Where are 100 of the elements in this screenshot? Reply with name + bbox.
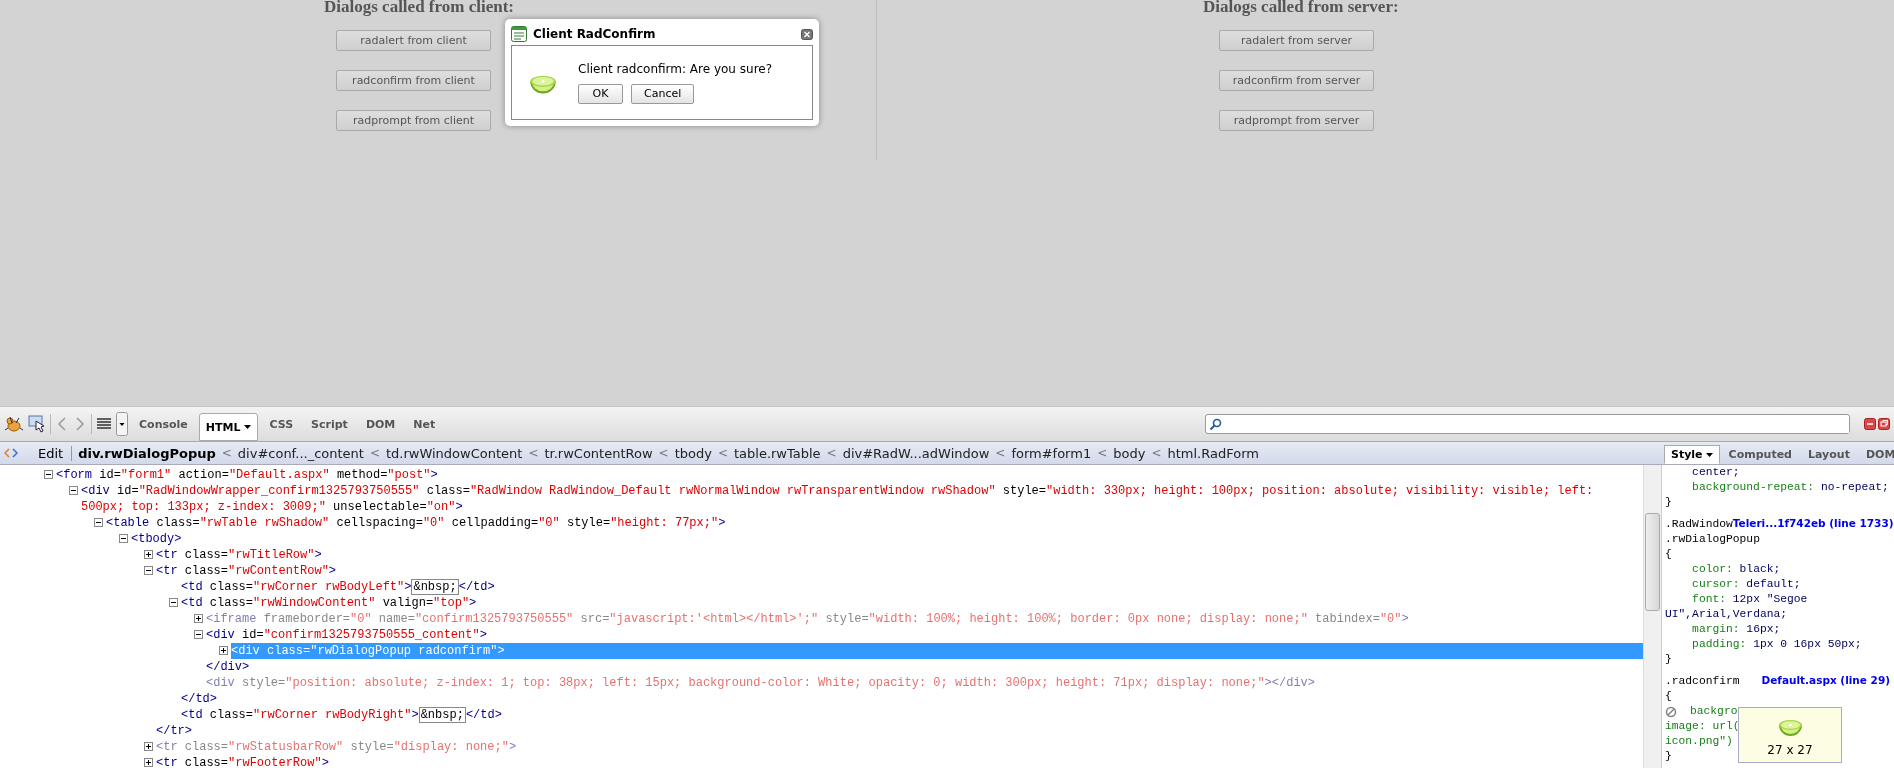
breadcrumb-separator: < — [995, 446, 1006, 460]
dialog-trigger-button[interactable]: radalert from server — [1219, 30, 1374, 51]
dialog-message: Client radconfirm: Are you sure? — [578, 61, 773, 76]
html-node[interactable]: <td class="rwCorner rwBodyLeft"> &nbsp; </td> — [181, 579, 1643, 595]
html-node[interactable]: <iframe frameborder="0" name="confirm1325793750555" src="javascript:'<html></html>';" style="width: 100%; height: 100%; border: 0px none; display: none;" tabindex="0"> — [206, 611, 1643, 627]
breadcrumb-item[interactable]: div#conf..._content — [237, 445, 364, 461]
dialog-trigger-button[interactable]: radprompt from server — [1219, 110, 1374, 131]
panel-tab[interactable]: Net — [406, 412, 443, 436]
closing-tag: </td> — [181, 691, 1643, 707]
list-icon[interactable] — [96, 417, 112, 431]
css-declaration: image: url( — [1665, 719, 1740, 734]
breadcrumb-separator: < — [1151, 446, 1162, 460]
css-selector: .radconfirm — [1665, 674, 1740, 689]
css-declaration: background-repeat: no-repeat; — [1691, 480, 1890, 495]
breadcrumb-item[interactable]: body — [1113, 445, 1146, 461]
html-node[interactable]: <table class="rwTable rwShadow" cellspacing="0" cellpadding="0" style="height: 77px;"> — [106, 515, 1643, 531]
side-panel-tab[interactable]: Layout — [1801, 445, 1857, 464]
dialog-trigger-button[interactable]: radconfirm from client — [336, 70, 491, 91]
brace: } — [1665, 652, 1672, 667]
collapse-icon[interactable] — [194, 630, 203, 639]
panel-tab[interactable]: CSS — [262, 412, 301, 436]
side-panel-tab[interactable]: Style — [1664, 445, 1720, 464]
dropdown-button-icon[interactable] — [116, 412, 128, 436]
html-node[interactable]: <tr class="rwStatusbarRow" style="display: none;"> — [156, 739, 1643, 755]
css-declaration: icon.png") — [1665, 734, 1733, 749]
breadcrumb-item[interactable]: tr.rwContentRow — [544, 445, 653, 461]
collapse-icon[interactable] — [144, 566, 153, 575]
css-declaration: center; — [1691, 465, 1741, 480]
html-node[interactable]: <div id="RadWindowWrapper_confirm1325793750555" class="RadWindow RadWindow_Default rwNormalWindow rwTransparentWindow rwShadow" style="width: 330px; height: 100px; position: absolute; visibility: visible; left: 500px; top: 133px; z-index: 3009;" unselectable="on"> — [81, 483, 1643, 515]
breadcrumb-item[interactable]: form#form1 — [1011, 445, 1092, 461]
panel-tab[interactable]: Script — [304, 412, 355, 436]
html-node[interactable]: <tr class="rwFooterRow"> — [156, 755, 1643, 768]
breadcrumb-separator: < — [369, 446, 380, 460]
image-size: 27 x 27 — [1767, 743, 1813, 757]
collapse-icon[interactable] — [119, 534, 128, 543]
css-declaration: font: 12px "Segoe UI",Arial,Verdana; — [1665, 592, 1809, 622]
html-node[interactable]: <td class="rwWindowContent" valign="top"> — [181, 595, 1643, 611]
collapse-icon[interactable] — [94, 518, 103, 527]
breadcrumb-item[interactable]: div.rwDialogPopup — [78, 445, 216, 461]
html-node[interactable]: <form id="form1" action="Default.aspx" method="post"> — [56, 467, 1643, 483]
window-icon — [511, 26, 527, 42]
html-node[interactable]: <td class="rwCorner rwBodyRight"> &nbsp; </td> — [181, 707, 1643, 723]
expand-icon[interactable] — [144, 758, 153, 767]
css-declaration: cursor: default; — [1691, 577, 1802, 592]
bug-icon[interactable] — [4, 415, 24, 433]
expand-icon[interactable] — [144, 742, 153, 751]
panel-tab[interactable]: HTML — [198, 413, 259, 441]
source-link[interactable]: Default.aspx (line 29) — [1761, 673, 1890, 688]
dialog-trigger-button[interactable]: radconfirm from server — [1219, 70, 1374, 91]
inspect-icon[interactable] — [28, 415, 46, 433]
dialog-trigger-button[interactable]: radprompt from client — [336, 110, 491, 131]
collapse-icon[interactable] — [44, 470, 53, 479]
collapse-icon[interactable] — [69, 486, 78, 495]
dialog-button[interactable]: Cancel — [631, 83, 695, 104]
panel-tab[interactable]: DOM — [358, 412, 403, 436]
breadcrumb-separator: < — [1097, 446, 1108, 460]
css-declaration: margin: 16px; — [1691, 622, 1782, 637]
html-node[interactable]: <tbody> — [131, 531, 1643, 547]
css-selector: .RadWindow — [1665, 517, 1733, 532]
breadcrumb-item[interactable]: tbody — [674, 445, 712, 461]
code-toggle-icon[interactable] — [4, 447, 18, 459]
panel-tab[interactable]: Console — [132, 412, 195, 436]
expand-icon[interactable] — [144, 550, 153, 559]
dialog-button[interactable]: OK — [578, 83, 623, 104]
css-declaration: backgro — [1690, 704, 1738, 719]
edit-button[interactable]: Edit — [24, 445, 73, 461]
scrollbar[interactable] — [1643, 465, 1661, 768]
breadcrumb-item[interactable]: td.rwWindowContent — [386, 445, 523, 461]
closing-tag: </div> — [206, 659, 1643, 675]
css-selector: .rwDialogPopup — [1665, 532, 1761, 547]
breadcrumb-item[interactable]: div#RadW...adWindow — [842, 445, 990, 461]
expand-icon[interactable] — [219, 646, 228, 655]
breadcrumb-separator: < — [826, 446, 837, 460]
brace: } — [1665, 749, 1672, 764]
search-icon — [1209, 417, 1222, 431]
breadcrumb-separator: < — [221, 446, 232, 460]
css-declaration: color: black; — [1691, 562, 1782, 577]
breadcrumb-separator: < — [528, 446, 539, 460]
breadcrumb-separator: < — [717, 446, 728, 460]
detach-icon[interactable] — [1878, 418, 1890, 430]
html-node[interactable]: <tr class="rwContentRow"> — [156, 563, 1643, 579]
source-link[interactable]: Teleri...1f742eb (line 1733) — [1732, 516, 1894, 531]
html-node[interactable]: <div style="position: absolute; z-index: 1; top: 38px; left: 15px; background-color: White; opacity: 0; width: 300px; height: 71px; display: none;"></div> — [206, 675, 1643, 691]
dialog-trigger-button[interactable]: radalert from client — [336, 30, 491, 51]
dialog-title: Client RadConfirm — [533, 27, 657, 41]
brace: { — [1665, 689, 1672, 704]
css-declaration: padding: 1px 0 16px 50px; — [1691, 637, 1863, 652]
side-panel-tab[interactable]: DOM — [1858, 445, 1894, 464]
brace: { — [1665, 547, 1672, 562]
collapse-icon[interactable] — [169, 598, 178, 607]
brace: } — [1665, 495, 1672, 510]
html-node[interactable]: <div id="confirm1325793750555_content"> — [206, 627, 1643, 643]
breadcrumb-item[interactable]: html.RadForm — [1167, 445, 1259, 461]
side-panel-tab[interactable]: Computed — [1721, 445, 1799, 464]
close-icon[interactable] — [801, 28, 813, 40]
breadcrumb-item[interactable]: table.rwTable — [733, 445, 821, 461]
html-node[interactable]: <tr class="rwTitleRow"> — [156, 547, 1643, 563]
minimize-icon[interactable] — [1864, 418, 1876, 430]
expand-icon[interactable] — [194, 614, 203, 623]
closing-tag: </tr> — [156, 723, 1643, 739]
